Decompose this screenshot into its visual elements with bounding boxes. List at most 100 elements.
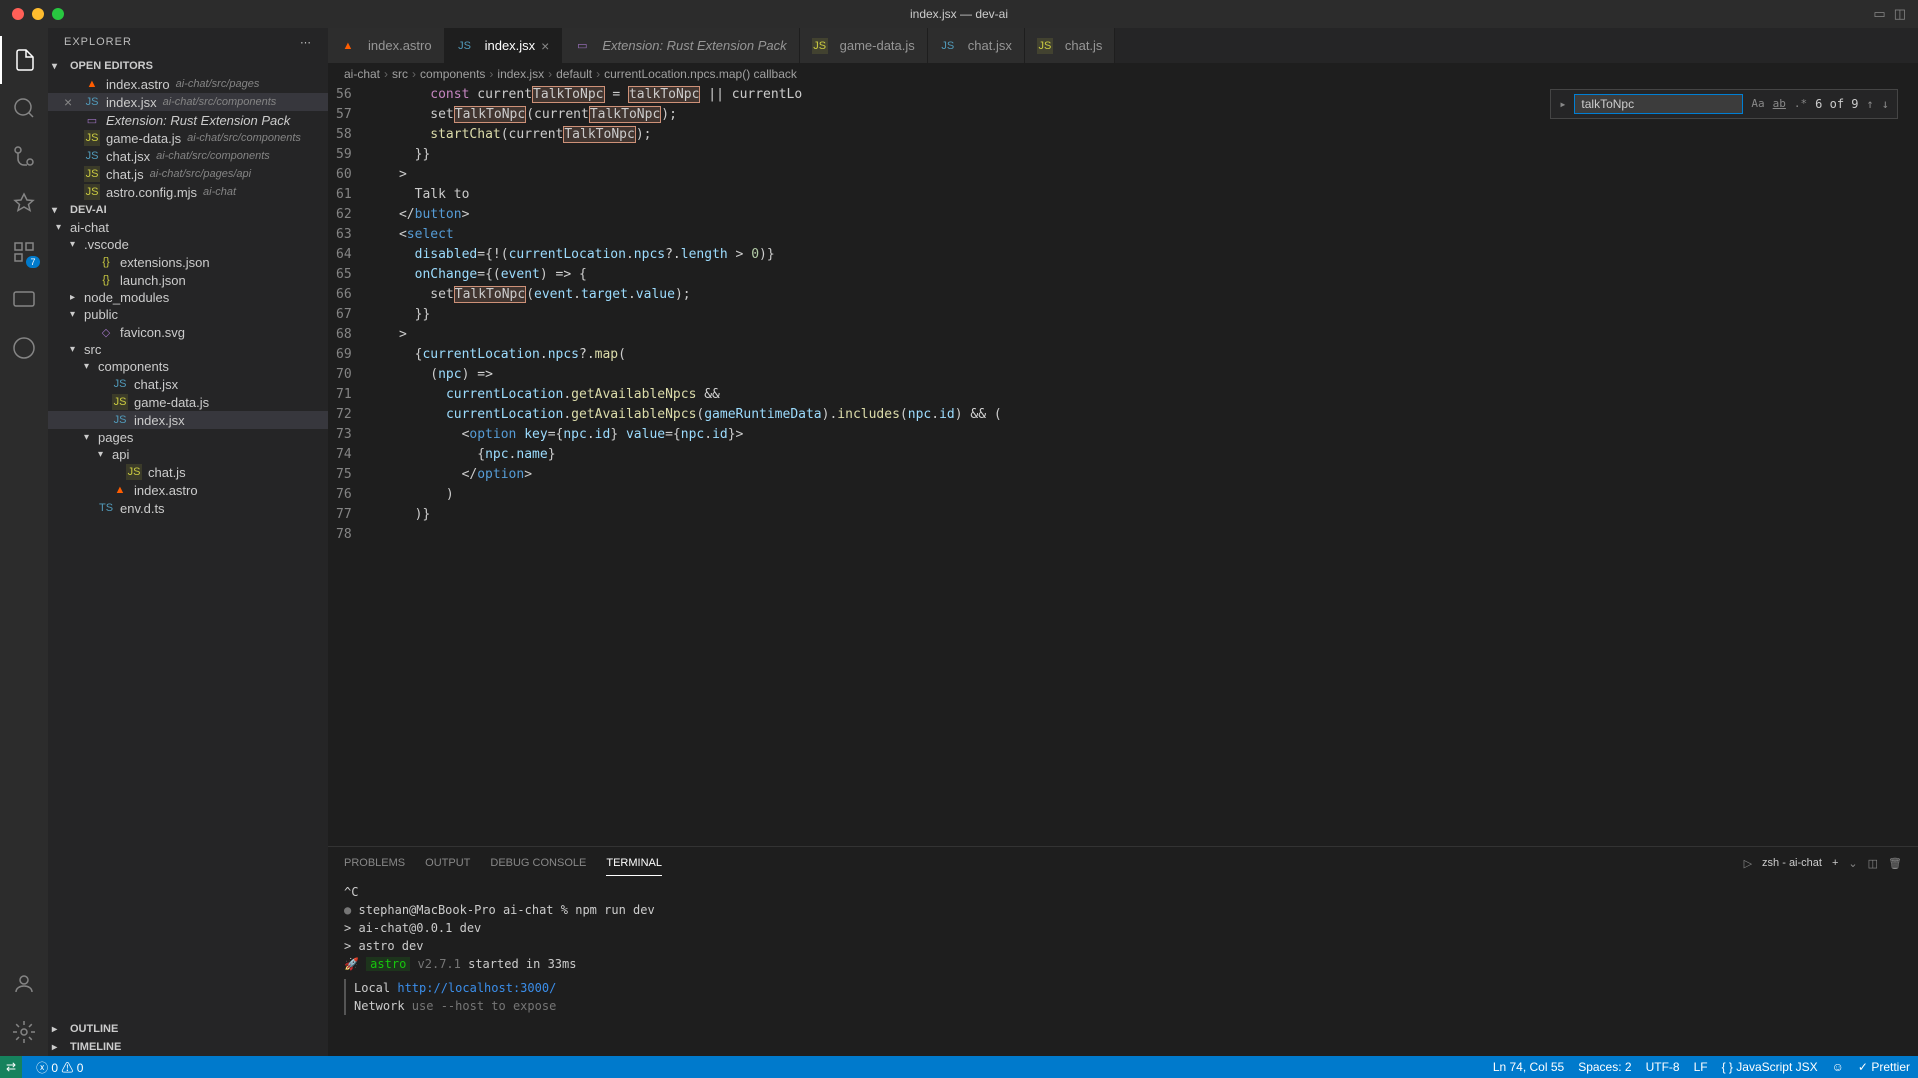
workspace-header[interactable]: ▾ DEV-AI (48, 201, 328, 219)
match-case-toggle[interactable]: Aa (1751, 94, 1764, 114)
editor-tab[interactable]: ▭Extension: Rust Extension Pack (562, 28, 799, 63)
file-item[interactable]: ◇favicon.svg (48, 323, 328, 341)
eol-status[interactable]: LF (1694, 1060, 1708, 1074)
find-prev-icon[interactable]: ↑ (1867, 94, 1874, 114)
code-line[interactable]: disabled={!(currentLocation.npcs?.length… (368, 245, 1918, 265)
open-editor-item[interactable]: ▭Extension: Rust Extension Pack (48, 111, 328, 129)
code-line[interactable]: </option> (368, 465, 1918, 485)
editor-tab[interactable]: JSchat.jsx (928, 28, 1025, 63)
terminal-dropdown-icon[interactable]: ⌄ (1848, 857, 1857, 870)
open-editor-item[interactable]: ×JSindex.jsxai-chat/src/components (48, 93, 328, 111)
minimize-window-button[interactable] (32, 8, 44, 20)
remote-activity[interactable] (0, 276, 48, 324)
open-editor-item[interactable]: ▲index.astroai-chat/src/pages (48, 75, 328, 93)
terminal-name[interactable]: zsh - ai-chat (1762, 857, 1822, 869)
code-line[interactable]: }} (368, 145, 1918, 165)
folder-item[interactable]: ▾api (48, 446, 328, 463)
outline-header[interactable]: ▸ OUTLINE (48, 1020, 328, 1038)
panel-tab-problems[interactable]: PROBLEMS (344, 851, 405, 875)
new-terminal-icon[interactable]: + (1832, 857, 1838, 869)
prettier-status[interactable]: ✓ Prettier (1858, 1060, 1910, 1074)
open-editor-item[interactable]: JSgame-data.jsai-chat/src/components (48, 129, 328, 147)
breadcrumb-item[interactable]: default (556, 67, 592, 81)
editor-tab[interactable]: ▲index.astro (328, 28, 445, 63)
panel-tab-terminal[interactable]: TERMINAL (606, 851, 662, 876)
file-item[interactable]: TSenv.d.ts (48, 499, 328, 517)
close-window-button[interactable] (12, 8, 24, 20)
file-item[interactable]: ▲index.astro (48, 481, 328, 499)
open-editor-item[interactable]: JSchat.jsai-chat/src/pages/api (48, 165, 328, 183)
file-item[interactable]: {}extensions.json (48, 253, 328, 271)
code-line[interactable]: startChat(currentTalkToNpc); (368, 125, 1918, 145)
debug-activity[interactable] (0, 180, 48, 228)
code-line[interactable]: > (368, 325, 1918, 345)
layout-panel-icon[interactable]: ▭ (1873, 6, 1885, 22)
code-line[interactable]: ) (368, 485, 1918, 505)
code-line[interactable]: onChange={(event) => { (368, 265, 1918, 285)
cursor-position[interactable]: Ln 74, Col 55 (1493, 1060, 1564, 1074)
source-control-activity[interactable] (0, 132, 48, 180)
folder-item[interactable]: ▾public (48, 306, 328, 323)
file-item[interactable]: JSindex.jsx (48, 411, 328, 429)
code-line[interactable]: )} (368, 505, 1918, 525)
search-activity[interactable] (0, 84, 48, 132)
open-editor-item[interactable]: JSchat.jsxai-chat/src/components (48, 147, 328, 165)
file-item[interactable]: JSchat.js (48, 463, 328, 481)
find-expand-icon[interactable]: ▸ (1559, 94, 1566, 114)
breadcrumb-item[interactable]: currentLocation.npcs.map() callback (604, 67, 797, 81)
editor-tab[interactable]: JSchat.js (1025, 28, 1116, 63)
code-content[interactable]: const currentTalkToNpc = talkToNpc || cu… (368, 85, 1918, 846)
remote-indicator[interactable]: ⇄ (0, 1056, 22, 1078)
explorer-activity[interactable] (0, 36, 48, 84)
file-item[interactable]: JSchat.jsx (48, 375, 328, 393)
maximize-window-button[interactable] (52, 8, 64, 20)
code-line[interactable]: currentLocation.getAvailableNpcs(gameRun… (368, 405, 1918, 425)
code-line[interactable]: > (368, 165, 1918, 185)
breadcrumbs[interactable]: ai-chat›src›components›index.jsx›default… (328, 63, 1918, 85)
indentation-status[interactable]: Spaces: 2 (1578, 1060, 1631, 1074)
breadcrumb-item[interactable]: ai-chat (344, 67, 380, 81)
code-line[interactable]: }} (368, 305, 1918, 325)
folder-item[interactable]: ▾components (48, 358, 328, 375)
folder-item[interactable]: ▸node_modules (48, 289, 328, 306)
find-next-icon[interactable]: ↓ (1882, 94, 1889, 114)
folder-item[interactable]: ▾.vscode (48, 236, 328, 253)
open-editors-header[interactable]: ▾ OPEN EDITORS (48, 57, 328, 75)
more-icon[interactable]: ⋯ (300, 36, 312, 49)
code-line[interactable]: Talk to (368, 185, 1918, 205)
split-terminal-icon[interactable]: ◫ (1868, 857, 1878, 870)
extensions-activity[interactable]: 7 (0, 228, 48, 276)
regex-toggle[interactable]: .* (1794, 94, 1807, 114)
terminal-output[interactable]: ^C ● stephan@MacBook-Pro ai-chat % npm r… (328, 879, 1918, 1056)
code-line[interactable]: <select (368, 225, 1918, 245)
editor-tab[interactable]: JSindex.jsx× (445, 28, 563, 63)
layout-sidebar-icon[interactable]: ◫ (1894, 6, 1906, 22)
breadcrumb-item[interactable]: src (392, 67, 408, 81)
accounts-activity[interactable] (0, 960, 48, 1008)
close-tab-icon[interactable]: × (541, 38, 549, 54)
timeline-header[interactable]: ▸ TIMELINE (48, 1038, 328, 1056)
whole-word-toggle[interactable]: ab (1773, 94, 1786, 114)
settings-activity[interactable] (0, 1008, 48, 1056)
problems-status[interactable]: ⓧ 0 ⚠ 0 (36, 1059, 83, 1076)
find-input[interactable] (1574, 94, 1743, 114)
language-status[interactable]: { } JavaScript JSX (1722, 1060, 1818, 1074)
code-line[interactable]: {currentLocation.npcs?.map( (368, 345, 1918, 365)
editor-tab[interactable]: JSgame-data.js (800, 28, 928, 63)
code-line[interactable]: </button> (368, 205, 1918, 225)
close-icon[interactable]: × (64, 94, 80, 110)
folder-item[interactable]: ▾src (48, 341, 328, 358)
code-line[interactable]: setTalkToNpc(event.target.value); (368, 285, 1918, 305)
encoding-status[interactable]: UTF-8 (1646, 1060, 1680, 1074)
code-editor[interactable]: ▸ Aa ab .* 6 of 9 ↑ ↓ 565758596061626364… (328, 85, 1918, 846)
panel-tab-output[interactable]: OUTPUT (425, 851, 470, 875)
folder-item[interactable]: ▾pages (48, 429, 328, 446)
panel-tab-debug-console[interactable]: DEBUG CONSOLE (490, 851, 586, 875)
code-line[interactable]: currentLocation.getAvailableNpcs && (368, 385, 1918, 405)
code-line[interactable]: <option key={npc.id} value={npc.id}> (368, 425, 1918, 445)
file-item[interactable]: JSgame-data.js (48, 393, 328, 411)
breadcrumb-item[interactable]: components (420, 67, 485, 81)
feedback-icon[interactable]: ☺ (1832, 1060, 1844, 1074)
edge-activity[interactable] (0, 324, 48, 372)
code-line[interactable]: (npc) => (368, 365, 1918, 385)
